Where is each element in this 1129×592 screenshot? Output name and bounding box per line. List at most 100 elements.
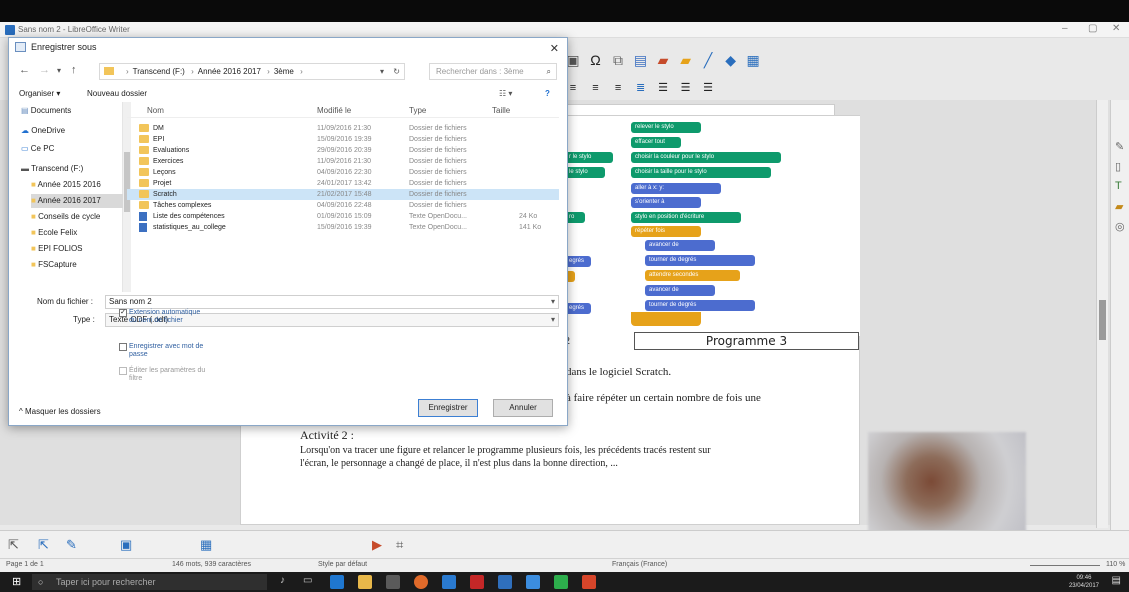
nav-item-epi-folios[interactable]: ■ EPI FOLIOS — [31, 242, 83, 256]
minimize-icon[interactable]: – — [1062, 23, 1068, 34]
column-size[interactable]: Taille — [492, 104, 510, 118]
file-row[interactable]: statistiques_au_college 15/09/2016 19:39 T… — [127, 222, 559, 233]
zoom-slider[interactable] — [1030, 565, 1100, 566]
breadcrumb-item[interactable]: Transcend (F:) — [133, 67, 185, 76]
justify-icon[interactable]: ≣ — [633, 80, 649, 96]
save-button[interactable]: Enregistrer — [418, 399, 478, 417]
anchor-icon[interactable]: ⌗ — [396, 537, 403, 553]
align-right-icon[interactable]: ≡ — [610, 80, 626, 96]
navigator-icon[interactable]: ◎ — [1115, 220, 1125, 233]
task-view-icon[interactable]: ▭ — [303, 575, 312, 586]
filter-settings-checkbox[interactable] — [119, 367, 127, 375]
scroll-thumb[interactable] — [1099, 300, 1106, 340]
hide-folders-toggle[interactable]: ^ Masquer les dossiers — [19, 407, 101, 416]
properties-icon[interactable]: ✎ — [1115, 140, 1124, 153]
back-arrow-icon[interactable]: ← — [19, 64, 30, 76]
draw-icon[interactable]: ✎ — [66, 537, 77, 553]
new-folder-button[interactable]: Nouveau dossier — [87, 85, 147, 103]
arrange-icon[interactable]: ▶ — [372, 537, 382, 553]
file-row[interactable]: DM 11/09/2016 21:30 Dossier de fichiers — [127, 123, 559, 134]
file-row[interactable]: Leçons 04/09/2016 22:30 Dossier de fichier… — [127, 167, 559, 178]
breadcrumb[interactable]: › Transcend (F:) › Année 2016 2017 › 3ème ›… — [99, 63, 405, 80]
password-checkbox[interactable] — [119, 343, 127, 351]
outdent-icon[interactable]: ☰ — [700, 80, 716, 96]
image-icon[interactable]: ▣ — [120, 537, 132, 553]
file-row[interactable]: Scratch 21/02/2017 15:48 Dossier de fichie… — [127, 189, 559, 200]
nav-item-annee-2016[interactable]: ■ Année 2016 2017 — [31, 194, 123, 208]
page-icon[interactable]: ▯ — [1115, 160, 1121, 173]
nav-item-documents[interactable]: ▤ Documents — [21, 104, 71, 118]
bookmark-icon[interactable]: ▰ — [655, 52, 671, 68]
auto-extension-checkbox[interactable]: ✓ — [119, 309, 127, 317]
nav-item-fscapture[interactable]: ■ FSCapture — [31, 258, 77, 272]
file-row[interactable]: Projet 24/01/2017 13:42 Dossier de fichier… — [127, 178, 559, 189]
table-icon[interactable]: ▦ — [745, 52, 761, 68]
comment-icon[interactable]: ▰ — [678, 52, 694, 68]
firefox-icon[interactable] — [414, 575, 428, 589]
zoom-level[interactable]: 110 % — [1106, 561, 1125, 568]
filename-input[interactable]: Sans nom 2 ▾ — [105, 295, 559, 309]
styles-icon[interactable]: T — [1115, 180, 1122, 192]
impress-icon[interactable] — [582, 575, 596, 589]
pointer-icon[interactable]: ⇱ — [38, 537, 49, 553]
column-type[interactable]: Type — [409, 104, 426, 118]
mic-icon[interactable]: ♪ — [280, 575, 285, 586]
breadcrumb-item[interactable]: Année 2016 2017 — [198, 67, 261, 76]
filename-dropdown-icon[interactable]: ▾ — [551, 296, 555, 308]
file-row[interactable]: Evaluations 29/09/2016 20:39 Dossier de fi… — [127, 145, 559, 156]
document-scrollbar[interactable] — [1096, 100, 1108, 528]
language[interactable]: Français (France) — [612, 561, 667, 568]
special-char-icon[interactable]: Ω — [588, 52, 604, 68]
breadcrumb-item[interactable]: 3ème — [274, 67, 294, 76]
notification-icon[interactable]: ▤ — [1112, 575, 1121, 586]
search-input[interactable]: Rechercher dans : 3ème ⌕ — [429, 63, 557, 80]
xmind-icon[interactable] — [470, 575, 484, 589]
calc-icon[interactable] — [554, 575, 568, 589]
line-icon[interactable]: ╱ — [700, 52, 716, 68]
recent-chevron-icon[interactable]: ▾ — [57, 66, 61, 75]
maximize-icon[interactable]: ▢ — [1088, 23, 1097, 34]
list-icon[interactable]: ☰ — [655, 80, 671, 96]
file-row[interactable]: Liste des compétences 01/09/2016 15:09 Tex… — [127, 211, 559, 222]
edge-icon[interactable] — [330, 575, 344, 589]
forward-arrow-icon[interactable]: → — [39, 64, 50, 76]
column-modified[interactable]: Modifié le — [317, 104, 351, 118]
select-icon[interactable]: ⇱ — [8, 537, 19, 553]
up-arrow-icon[interactable]: ↑ — [71, 64, 77, 76]
file-row[interactable]: Tâches complexes 04/09/2016 22:48 Dossier … — [127, 200, 559, 211]
windows-start-icon[interactable]: ⊞ — [12, 575, 21, 588]
nav-item-conseils[interactable]: ■ Conseils de cycle — [31, 210, 100, 224]
view-options-icon[interactable]: ☷ ▾ — [499, 85, 512, 103]
column-name[interactable]: Nom — [147, 104, 164, 118]
file-row[interactable]: Exercices 11/09/2016 21:30 Dossier de fich… — [127, 156, 559, 167]
organize-button[interactable]: Organiser ▾ — [19, 85, 60, 103]
dialog-close-icon[interactable]: ✕ — [550, 40, 559, 58]
hyperlink-icon[interactable]: ⧉ — [610, 52, 626, 68]
taskbar-search[interactable]: ○ Taper ici pour rechercher — [32, 574, 267, 590]
nav-item-annee-2015[interactable]: ■ Année 2015 2016 — [31, 178, 101, 192]
nav-item-transcend[interactable]: ▬ Transcend (F:) — [21, 162, 83, 176]
clock[interactable]: 09:46 23/04/2017 — [1069, 574, 1099, 590]
app-icon[interactable] — [442, 575, 456, 589]
help-icon[interactable]: ? — [545, 85, 550, 103]
store-icon[interactable] — [386, 575, 400, 589]
footnote-icon[interactable]: ▤ — [633, 52, 649, 68]
frame-icon[interactable]: ▦ — [200, 537, 212, 553]
align-center-icon[interactable]: ≡ — [588, 80, 604, 96]
indent-icon[interactable]: ☰ — [678, 80, 694, 96]
gallery-icon[interactable]: ▰ — [1115, 200, 1123, 213]
cancel-button[interactable]: Annuler — [493, 399, 553, 417]
file-explorer-icon[interactable] — [358, 575, 372, 589]
nav-item-this-pc[interactable]: ▭ Ce PC — [21, 142, 54, 156]
close-icon[interactable]: ✕ — [1112, 23, 1120, 34]
writer-taskbar-icon[interactable] — [498, 575, 512, 589]
breadcrumb-dropdown-icon[interactable]: ▾ — [380, 64, 384, 79]
refresh-icon[interactable]: ↻ — [393, 64, 400, 79]
shapes-icon[interactable]: ◆ — [723, 52, 739, 68]
page-style[interactable]: Style par défaut — [318, 561, 367, 568]
word-icon[interactable] — [526, 575, 540, 589]
file-row[interactable]: EPI 15/09/2016 19:39 Dossier de fichiers — [127, 134, 559, 145]
nav-item-ecole-felix[interactable]: ■ Ecole Felix — [31, 226, 77, 240]
type-dropdown-icon[interactable]: ▾ — [551, 314, 555, 326]
nav-item-onedrive[interactable]: ☁ OneDrive — [21, 124, 65, 138]
